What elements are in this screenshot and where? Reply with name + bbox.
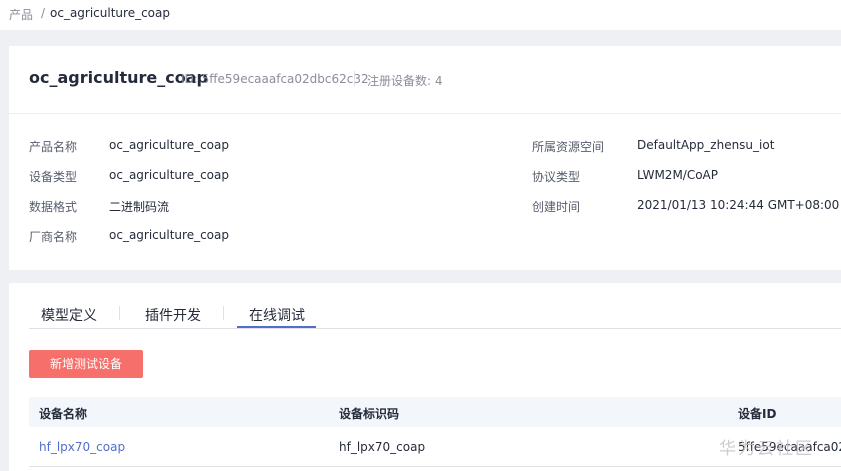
detail-label-manufacturer: 厂商名称 <box>29 230 78 244</box>
detail-value-manufacturer: oc_agriculture_coap <box>109 228 229 242</box>
header-divider <box>354 71 355 86</box>
tab-baseline <box>29 328 841 329</box>
detail-value-created-time: 2021/01/13 10:24:44 GMT+08:00 <box>637 198 840 212</box>
breadcrumb-separator: / <box>41 6 46 20</box>
tabs-panel: 模型定义 插件开发 在线调试 新增测试设备 设备名称 设备标识码 设备ID hf… <box>9 283 841 471</box>
product-id: ID: 5ffe59ecaaafca02dbc62c32 <box>181 72 369 86</box>
table-header: 设备名称 设备标识码 设备ID <box>29 397 841 427</box>
detail-value-resource-space: DefaultApp_zhensu_iot <box>637 138 775 152</box>
add-test-device-button[interactable]: 新增测试设备 <box>29 350 143 378</box>
tab-online-debugging[interactable]: 在线调试 <box>249 305 305 325</box>
product-info-card: oc_agriculture_coap ID: 5ffe59ecaaafca02… <box>9 46 841 270</box>
detail-label-product-name: 产品名称 <box>29 140 78 154</box>
detail-value-data-format: 二进制码流 <box>109 200 170 214</box>
detail-value-device-type: oc_agriculture_coap <box>109 168 229 182</box>
breadcrumb-current: oc_agriculture_coap <box>50 6 170 20</box>
breadcrumb-root-link[interactable]: 产品 <box>9 6 33 23</box>
tab-model-definition[interactable]: 模型定义 <box>41 305 97 325</box>
breadcrumb: 产品 / oc_agriculture_coap <box>0 0 841 30</box>
device-identifier-cell: hf_lpx70_coap <box>339 440 426 454</box>
detail-label-resource-space: 所属资源空间 <box>532 140 605 154</box>
tab-divider <box>223 306 224 320</box>
detail-label-created-time: 创建时间 <box>532 200 581 214</box>
column-header-device-identifier[interactable]: 设备标识码 <box>339 405 399 422</box>
registered-device-count: 注册设备数: 4 <box>367 74 443 88</box>
column-header-device-id[interactable]: 设备ID <box>738 405 776 422</box>
detail-value-protocol: LWM2M/CoAP <box>637 168 718 182</box>
tab-divider <box>119 306 120 320</box>
detail-label-device-type: 设备类型 <box>29 170 78 184</box>
detail-value-product-name: oc_agriculture_coap <box>109 138 229 152</box>
watermark: 华为云社区 <box>719 439 814 459</box>
detail-label-data-format: 数据格式 <box>29 200 78 214</box>
info-divider <box>9 113 841 114</box>
device-name-link[interactable]: hf_lpx70_coap <box>39 440 125 454</box>
tab-plugin-development[interactable]: 插件开发 <box>145 305 201 325</box>
detail-label-protocol: 协议类型 <box>532 170 581 184</box>
column-header-device-name[interactable]: 设备名称 <box>39 405 87 422</box>
